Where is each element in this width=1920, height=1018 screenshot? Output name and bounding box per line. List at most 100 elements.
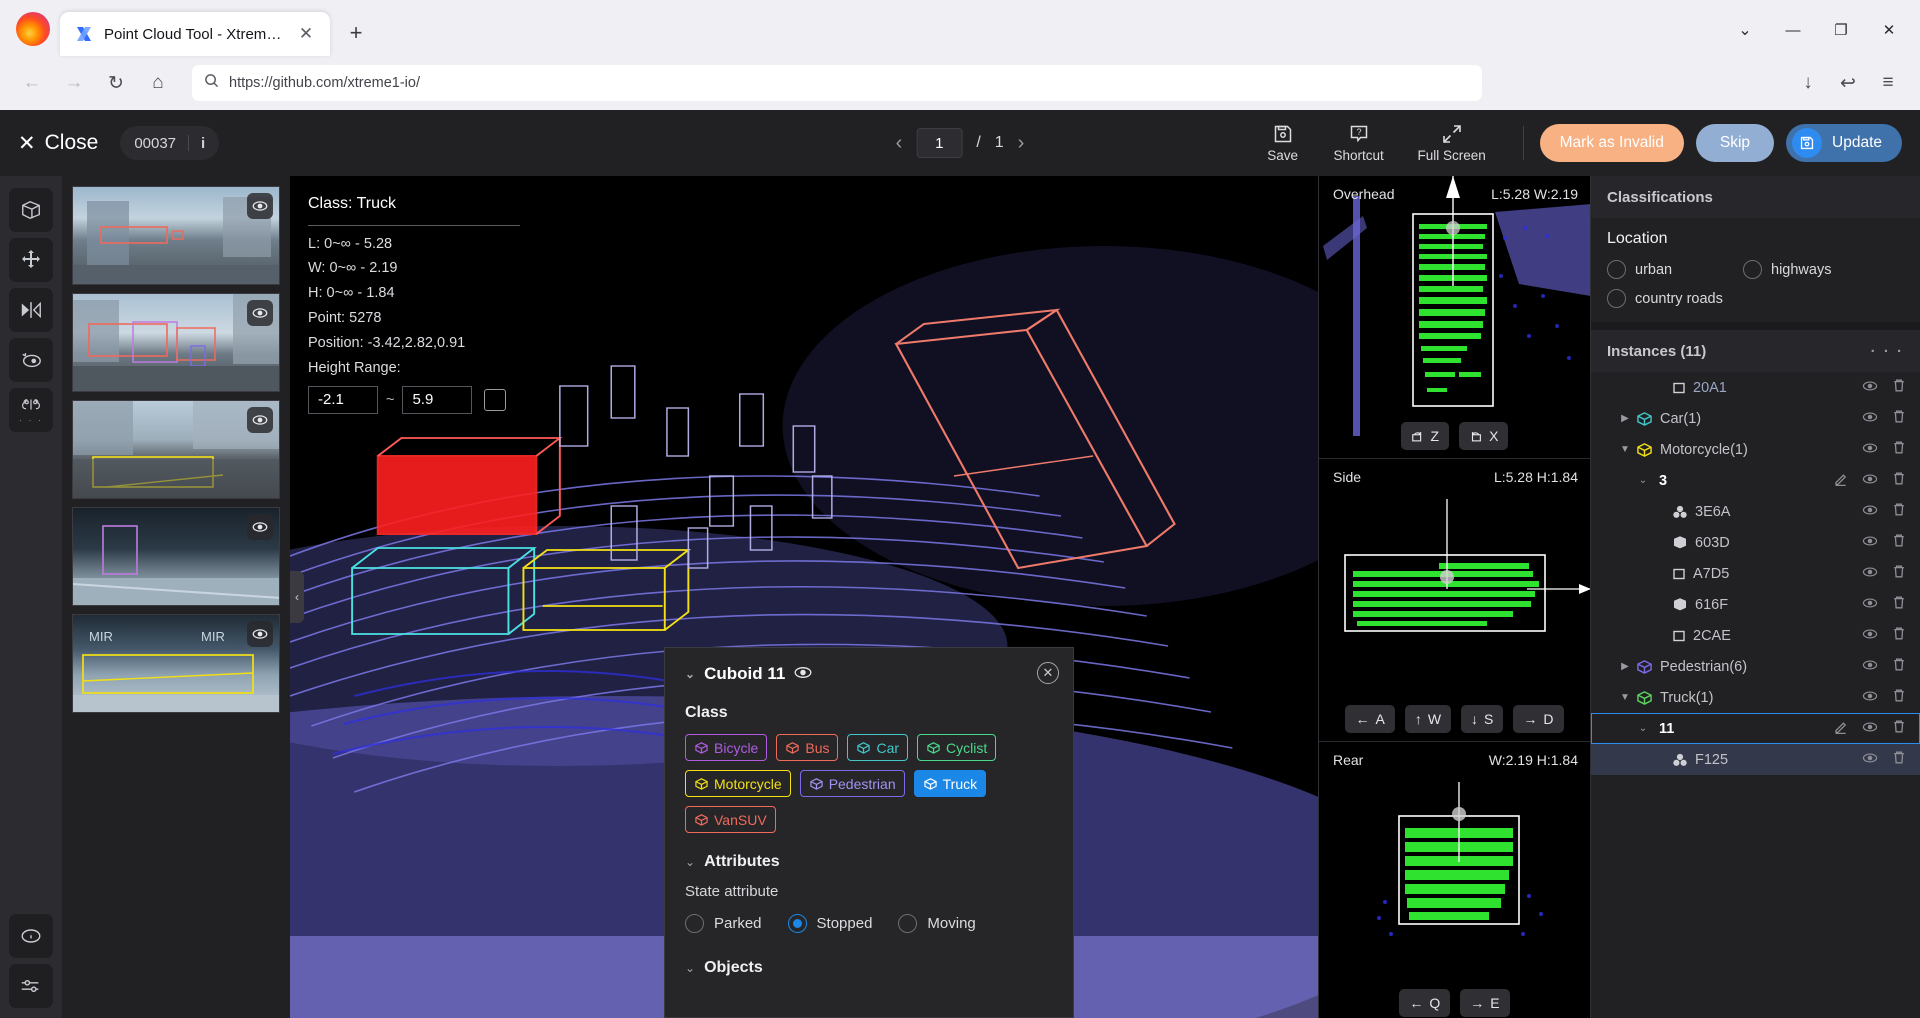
instances-more-icon[interactable]: · · · [1871,343,1904,360]
expand-caret-icon[interactable]: ▶ [1617,661,1633,672]
height-max-input[interactable]: 5.9 [402,386,472,414]
eye-icon[interactable] [1862,752,1878,768]
mirror-tool-button[interactable] [9,288,53,332]
eye-icon[interactable] [1862,597,1878,613]
eye-icon[interactable] [1862,473,1878,489]
rotate-z-key[interactable]: Z [1401,422,1450,450]
save-button[interactable]: Save [1245,123,1321,163]
mark-as-invalid-button[interactable]: Mark as Invalid [1540,124,1684,162]
eye-icon[interactable] [794,664,812,684]
close-button[interactable]: ✕ Close [18,131,98,156]
eye-icon[interactable] [1862,721,1878,737]
location-option-urban[interactable]: urban [1607,260,1725,279]
class-chip-vansuv[interactable]: VanSUV [685,806,776,833]
trash-icon[interactable] [1892,595,1906,614]
trash-icon[interactable] [1892,750,1906,769]
skip-button[interactable]: Skip [1696,124,1774,162]
eye-icon[interactable] [1862,659,1878,675]
pencil-icon[interactable] [1834,472,1848,490]
shortcut-button[interactable]: ? Shortcut [1321,123,1397,163]
chevron-down-icon[interactable]: ⌄ [685,667,695,681]
overhead-preview[interactable]: Overhead L:5.28 W:2.19 Z X [1319,176,1590,459]
downloads-icon[interactable]: ↓ [1790,65,1826,101]
trash-icon[interactable] [1892,719,1906,738]
instance-row[interactable]: 616F [1591,589,1920,620]
page-input[interactable]: 1 [916,128,962,158]
rear-preview[interactable]: Rear W:2.19 H:1.84 ←Q →E [1319,742,1590,1018]
class-chip-bus[interactable]: Bus [776,734,838,761]
trash-icon[interactable] [1892,409,1906,428]
eye-icon[interactable] [247,514,273,540]
rotate-x-key[interactable]: X [1459,422,1508,450]
rotate-e-key[interactable]: →E [1460,989,1509,1017]
fullscreen-button[interactable]: Full Screen [1397,123,1507,163]
radio-button[interactable] [788,914,807,933]
browser-tab[interactable]: Point Cloud Tool - Xtreme1 ✕ [60,12,330,56]
move-down-key[interactable]: ↓S [1461,705,1503,733]
attributes-section-header[interactable]: ⌄ Attributes [685,853,1053,871]
settings-sliders-button[interactable] [9,964,53,1008]
instance-row[interactable]: 20A1 [1591,372,1920,403]
home-icon[interactable]: ⌂ [140,65,176,101]
class-chip-car[interactable]: Car [847,734,908,761]
eye-icon[interactable] [1862,380,1878,396]
instance-row[interactable]: ▼Truck(1) [1591,682,1920,713]
eye-icon[interactable] [247,300,273,326]
info-icon[interactable]: i [201,135,205,152]
instance-row[interactable]: 2CAE [1591,620,1920,651]
expand-caret-icon[interactable]: ▼ [1617,444,1633,455]
eye-icon[interactable] [1862,411,1878,427]
trash-icon[interactable] [1892,657,1906,676]
camera-thumbnail[interactable] [72,293,280,392]
trash-icon[interactable] [1892,626,1906,645]
move-tool-button[interactable] [9,238,53,282]
eye-icon[interactable] [247,193,273,219]
camera-thumbnail[interactable]: MIR MIR [72,614,280,713]
instance-row[interactable]: F125 [1591,744,1920,775]
height-min-input[interactable]: -2.1 [308,386,378,414]
state-option-moving[interactable]: Moving [898,914,975,933]
undo-tool-button[interactable] [9,338,53,382]
trash-icon[interactable] [1892,378,1906,397]
instance-row[interactable]: A7D5 [1591,558,1920,589]
camera-thumbnail[interactable] [72,507,280,606]
close-tab-icon[interactable]: ✕ [292,20,320,48]
point-cloud-viewport[interactable]: ‹ Class: Truck L: 0~∞ - 5.28 W: 0~∞ - 2.… [290,176,1318,1018]
instance-row[interactable]: ▶Car(1) [1591,403,1920,434]
trash-icon[interactable] [1892,688,1906,707]
expand-caret-icon[interactable]: ⌄ [1635,475,1651,486]
camera-thumbnail[interactable] [72,186,280,285]
close-panel-button[interactable]: ✕ [1037,662,1059,684]
window-close-button[interactable]: ✕ [1866,13,1912,47]
radio-button[interactable] [1743,260,1762,279]
pencil-icon[interactable] [1834,720,1848,738]
height-range-reset-icon[interactable] [484,389,506,411]
trash-icon[interactable] [1892,533,1906,552]
state-option-stopped[interactable]: Stopped [788,914,873,933]
trash-icon[interactable] [1892,440,1906,459]
move-up-key[interactable]: ↑W [1405,705,1451,733]
eye-icon[interactable] [247,621,273,647]
move-right-key[interactable]: →D [1513,705,1563,733]
eye-icon[interactable] [1862,442,1878,458]
instance-row[interactable]: ▼Motorcycle(1) [1591,434,1920,465]
back-icon[interactable]: ← [14,65,50,101]
class-chip-bicycle[interactable]: Bicycle [685,734,767,761]
list-all-tabs-icon[interactable]: ⌄ [1722,13,1768,47]
instance-row[interactable]: 3E6A [1591,496,1920,527]
ai-tool-button[interactable]: · · · [9,388,53,432]
expand-caret-icon[interactable]: ▶ [1617,413,1633,424]
cuboid-tool-button[interactable] [9,188,53,232]
eye-icon[interactable] [1862,566,1878,582]
update-button[interactable]: Update [1786,124,1902,162]
url-bar[interactable]: https://github.com/xtreme1-io/ [192,65,1482,101]
eye-icon[interactable] [1862,628,1878,644]
side-preview[interactable]: Side L:5.28 H:1.84 ←A ↑W ↓S →D [1319,459,1590,742]
camera-thumbnail[interactable] [72,400,280,499]
trash-icon[interactable] [1892,564,1906,583]
history-icon[interactable]: ↩ [1830,65,1866,101]
eye-icon[interactable] [1862,504,1878,520]
objects-section-header[interactable]: ⌄ Objects [685,959,1053,977]
radio-button[interactable] [1607,289,1626,308]
class-chip-motorcycle[interactable]: Motorcycle [685,770,791,797]
